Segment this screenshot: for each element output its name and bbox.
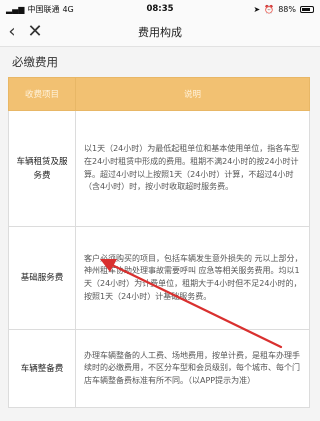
nav-bar: ‹ ✕ 费用构成 — [0, 18, 320, 47]
page-title: 费用构成 — [138, 26, 182, 39]
close-icon[interactable]: ✕ — [24, 18, 46, 46]
back-icon[interactable]: ‹ — [0, 18, 24, 46]
fee-name: 车辆整备费 — [8, 329, 76, 408]
table-row: 基础服务费 客户必须购买的项目，包括车辆发生意外损失的 元以上部分，神州租车协助… — [8, 226, 310, 330]
fee-desc: 以1天（24小时）为最低起租单位和基本使用单位，指各车型在24小时租赁中形成的费… — [75, 110, 310, 227]
fee-desc: 办理车辆整备的人工费、场地费用，按单计费，是租车办理手续时的必缴费用，不区分车型… — [75, 329, 310, 408]
battery-icon — [300, 5, 314, 13]
status-bar: ▂▄▆ 中国联通 4G 08:35 ➤ ⏰ 88% — [0, 0, 320, 18]
clock: 08:35 — [146, 4, 174, 14]
fee-desc: 客户必须购买的项目，包括车辆发生意外损失的 元以上部分，神州租车协助处理事故需要… — [75, 226, 310, 330]
fee-table: 收费项目 说明 车辆租赁及服务费 以1天（24小时）为最低起租单位和基本使用单位… — [8, 77, 310, 408]
column-header-item: 收费项目 — [8, 77, 76, 111]
fee-name: 基础服务费 — [8, 226, 76, 330]
column-header-desc: 说明 — [75, 77, 310, 111]
table-row: 车辆整备费 办理车辆整备的人工费、场地费用，按单计费，是租车办理手续时的必缴费用… — [8, 329, 310, 408]
section-title: 必缴费用 — [0, 47, 320, 77]
table-header: 收费项目 说明 — [8, 77, 310, 111]
fee-name: 车辆租赁及服务费 — [8, 110, 76, 227]
table-row: 车辆租赁及服务费 以1天（24小时）为最低起租单位和基本使用单位，指各车型在24… — [8, 110, 310, 227]
